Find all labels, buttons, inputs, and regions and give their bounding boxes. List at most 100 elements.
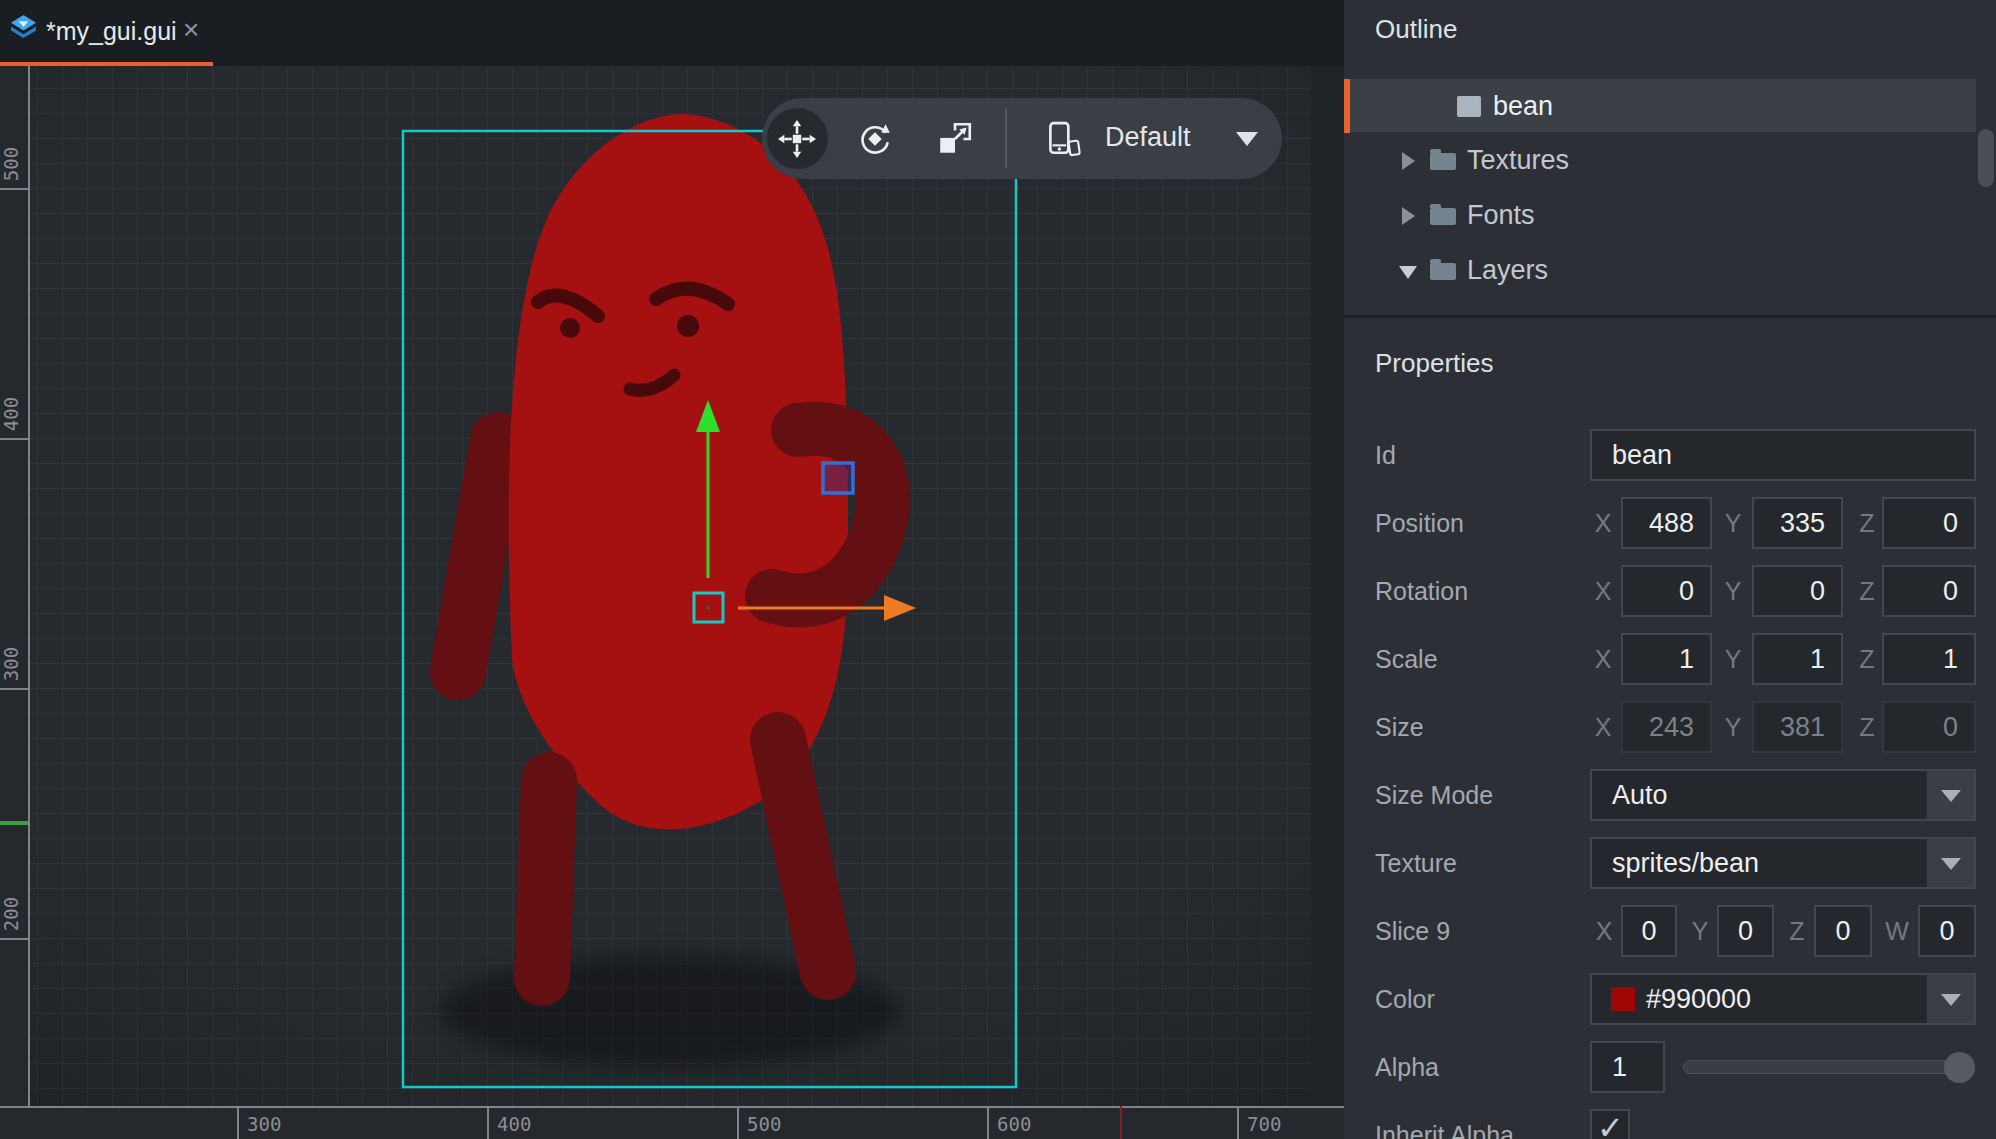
- outline-item-label: Textures: [1467, 133, 1569, 187]
- gizmo-center-dot: [707, 606, 710, 609]
- prop-label-position: Position: [1375, 497, 1464, 549]
- bean-left-eye: [560, 318, 580, 338]
- scene-toolbar: Default: [762, 98, 1282, 179]
- scene-canvas[interactable]: 500 400 300 200 300 400 500 600 700: [0, 66, 1344, 1139]
- hruler-label-400: 400: [497, 1113, 531, 1135]
- outline-item-layers[interactable]: Layers: [1344, 243, 1976, 297]
- hruler-label-300: 300: [247, 1113, 281, 1135]
- folder-icon: [1430, 208, 1456, 225]
- axis-y-label: Y: [1687, 905, 1713, 957]
- position-y-input[interactable]: 335: [1752, 497, 1843, 549]
- outline-item-textures[interactable]: Textures: [1344, 133, 1976, 187]
- prop-label-alpha: Alpha: [1375, 1041, 1439, 1093]
- device-profile-dropdown[interactable]: Default: [1105, 98, 1191, 179]
- axis-z-label: Z: [1784, 905, 1810, 957]
- check-icon: ✓: [1597, 1109, 1624, 1139]
- collapse-caret-icon[interactable]: [1399, 266, 1417, 279]
- dropdown-caret-icon: [1941, 994, 1961, 1006]
- slice9-z-input[interactable]: 0: [1814, 905, 1872, 957]
- size-z-input: 0: [1882, 701, 1976, 753]
- outline-item-bean[interactable]: bean: [1344, 79, 1976, 132]
- scale-tool-button[interactable]: [936, 120, 974, 158]
- panel-divider: [1344, 315, 1996, 318]
- axis-z-label: Z: [1854, 701, 1880, 753]
- axis-y-label: Y: [1720, 565, 1746, 617]
- texture-value: sprites/bean: [1612, 839, 1759, 887]
- bean-left-arm: [458, 440, 498, 672]
- outline-item-fonts[interactable]: Fonts: [1344, 188, 1976, 242]
- position-x-input[interactable]: 488: [1621, 497, 1712, 549]
- outline-item-label: Layers: [1467, 243, 1548, 297]
- gizmo-x-arrowhead: [884, 595, 916, 621]
- id-input[interactable]: bean: [1590, 429, 1976, 481]
- alpha-slider-thumb[interactable]: [1944, 1052, 1975, 1083]
- scale-z-input[interactable]: 1: [1882, 633, 1976, 685]
- prop-label-scale: Scale: [1375, 633, 1438, 685]
- rotation-y-input[interactable]: 0: [1752, 565, 1843, 617]
- rotation-z-input[interactable]: 0: [1882, 565, 1976, 617]
- dropdown-button[interactable]: [1927, 975, 1974, 1023]
- position-z-input[interactable]: 0: [1882, 497, 1976, 549]
- folder-icon: [1430, 263, 1456, 280]
- dropdown-caret-icon: [1941, 790, 1961, 802]
- outline-item-label: Fonts: [1467, 188, 1535, 242]
- slice9-x-input[interactable]: 0: [1621, 905, 1677, 957]
- vruler-green-marker: [0, 821, 28, 825]
- color-swatch: [1611, 987, 1635, 1011]
- dropdown-button[interactable]: [1927, 771, 1974, 819]
- axis-y-label: Y: [1720, 497, 1746, 549]
- size-y-input: 381: [1752, 701, 1843, 753]
- texture-dropdown[interactable]: sprites/bean: [1590, 837, 1976, 889]
- axis-z-label: Z: [1854, 497, 1880, 549]
- tab-title: *my_gui.gui: [46, 0, 177, 62]
- device-preview-icon[interactable]: [1043, 120, 1081, 158]
- hruler-label-600: 600: [997, 1113, 1031, 1135]
- rotation-x-input[interactable]: 0: [1621, 565, 1712, 617]
- right-panel: Outline bean Textures Fonts Layers Prope…: [1344, 0, 1996, 1139]
- alpha-slider-track[interactable]: [1683, 1060, 1975, 1074]
- alpha-input[interactable]: 1: [1590, 1041, 1665, 1093]
- prop-label-color: Color: [1375, 973, 1435, 1025]
- expand-caret-icon[interactable]: [1402, 207, 1415, 225]
- prop-label-inherit-alpha: Inherit Alpha: [1375, 1109, 1514, 1139]
- axis-x-label: X: [1590, 565, 1616, 617]
- prop-label-texture: Texture: [1375, 837, 1457, 889]
- tab-my-gui[interactable]: *my_gui.gui ×: [0, 0, 213, 66]
- device-dropdown-caret[interactable]: [1236, 132, 1258, 146]
- bean-right-eye: [677, 315, 699, 337]
- size-x-input: 243: [1621, 701, 1712, 753]
- vruler-label-200: 200: [0, 880, 20, 948]
- outline-item-label: bean: [1493, 79, 1553, 133]
- slice9-y-input[interactable]: 0: [1717, 905, 1774, 957]
- inherit-alpha-checkbox[interactable]: ✓: [1590, 1109, 1630, 1139]
- rotate-tool-button[interactable]: [856, 120, 894, 158]
- bean-right-leg: [778, 740, 828, 972]
- scale-x-input[interactable]: 1: [1621, 633, 1712, 685]
- expand-caret-icon[interactable]: [1402, 152, 1415, 170]
- vertical-ruler: 500 400 300 200: [0, 66, 30, 1106]
- horizontal-ruler: 300 400 500 600 700: [0, 1106, 1344, 1139]
- dropdown-button[interactable]: [1927, 839, 1974, 887]
- slice9-w-input[interactable]: 0: [1918, 905, 1976, 957]
- canvas-right-gutter: [1311, 66, 1344, 1106]
- prop-label-slice9: Slice 9: [1375, 905, 1450, 957]
- hruler-label-700: 700: [1247, 1113, 1281, 1135]
- axis-w-label: W: [1884, 905, 1910, 957]
- bean-left-leg: [542, 780, 549, 978]
- outline-header: Outline: [1375, 14, 1457, 45]
- hruler-label-500: 500: [747, 1113, 781, 1135]
- dropdown-caret-icon: [1941, 858, 1961, 870]
- axis-x-label: X: [1590, 497, 1616, 549]
- gizmo-z-handle: [823, 463, 853, 493]
- size-mode-dropdown[interactable]: Auto: [1590, 769, 1976, 821]
- folder-icon: [1430, 153, 1456, 170]
- color-dropdown[interactable]: #990000: [1590, 973, 1976, 1025]
- scale-y-input[interactable]: 1: [1752, 633, 1843, 685]
- move-tool-button[interactable]: [778, 120, 816, 158]
- axis-y-label: Y: [1720, 633, 1746, 685]
- prop-label-size: Size: [1375, 701, 1424, 753]
- outline-scrollbar-thumb[interactable]: [1978, 129, 1994, 187]
- color-value: #990000: [1646, 975, 1751, 1023]
- tab-close-icon[interactable]: ×: [183, 0, 199, 62]
- defold-editor: *my_gui.gui ×: [0, 0, 1996, 1139]
